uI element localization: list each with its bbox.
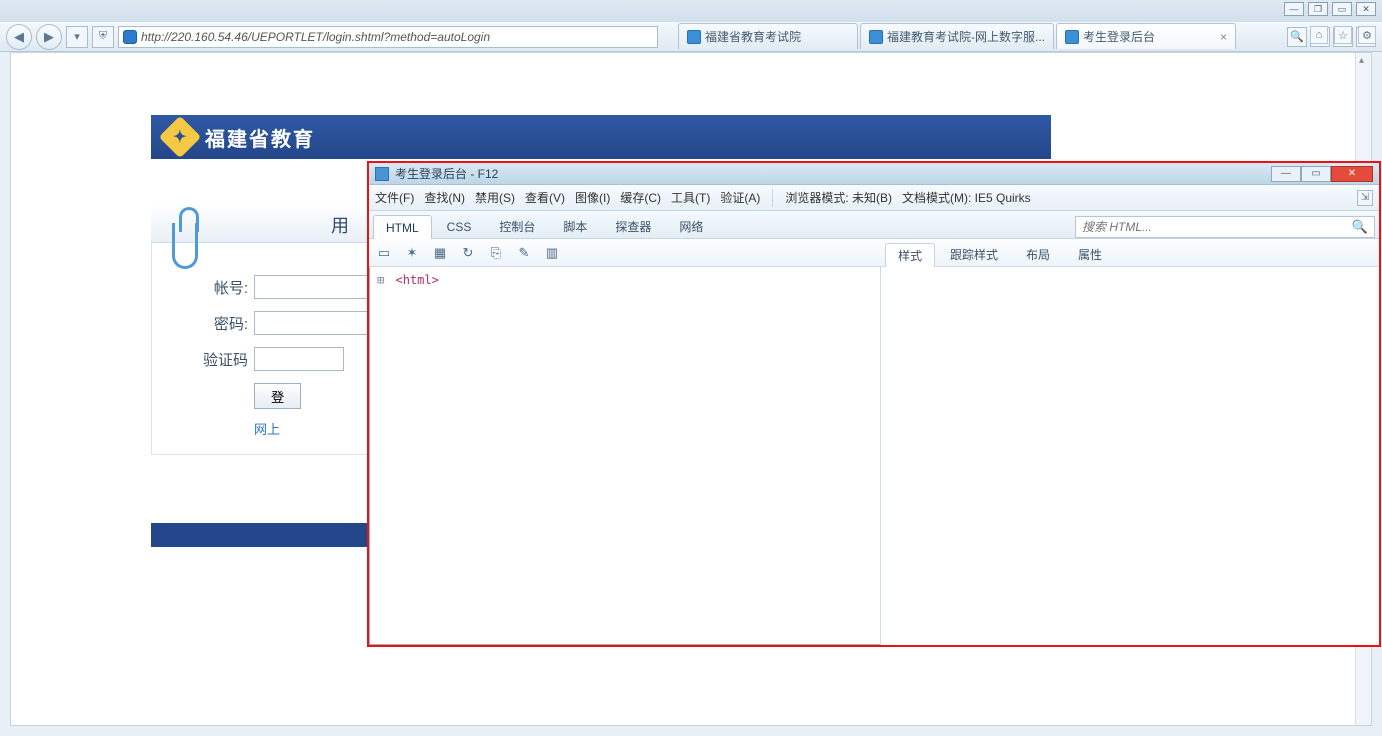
devtools-body: ▭ ✶ ▦ ↻ ⎘ ✎ ▥ ⊞ <html> 样式 xyxy=(369,239,1379,645)
devtools-max-button[interactable]: ▭ xyxy=(1301,166,1331,182)
favorites-icon[interactable]: ☆ xyxy=(1334,26,1352,44)
os-restore-button[interactable]: ❐ xyxy=(1308,2,1328,16)
devtools-search-input[interactable] xyxy=(1082,220,1352,234)
login-button[interactable]: 登 xyxy=(254,383,301,409)
devtools-side-tabs: 样式 跟踪样式 布局 属性 xyxy=(881,239,1379,267)
tab-html[interactable]: HTML xyxy=(373,215,432,239)
os-max-button[interactable]: ▭ xyxy=(1332,2,1352,16)
menu-find[interactable]: 查找(N) xyxy=(424,189,465,206)
browser-corner-controls: ⌂ ☆ ⚙ xyxy=(1310,26,1376,44)
tab-label: 福建省教育考试院 xyxy=(705,28,801,45)
dom-node[interactable]: ⊞ <html> xyxy=(377,273,872,287)
tab-network[interactable]: 网络 xyxy=(666,214,716,238)
document-mode-label[interactable]: 文档模式(M): IE5 Quirks xyxy=(902,189,1031,206)
refresh-dom-icon[interactable]: ↻ xyxy=(459,244,477,262)
pin-icon[interactable]: ⇲ xyxy=(1357,190,1373,206)
browser-tab[interactable]: 福建教育考试院-网上数字服... xyxy=(860,23,1054,49)
select-element-icon[interactable]: ▭ xyxy=(375,244,393,262)
password-label: 密码: xyxy=(162,313,248,334)
compat-button[interactable]: ⛨ xyxy=(92,26,114,48)
tab-profiler[interactable]: 探查器 xyxy=(602,214,664,238)
tab-label: 考生登录后台 xyxy=(1083,28,1155,45)
side-tab-trace-styles[interactable]: 跟踪样式 xyxy=(937,242,1011,266)
search-icon[interactable]: 🔍 xyxy=(1352,219,1368,235)
os-window-controls: — ❐ ▭ ✕ xyxy=(1284,2,1376,16)
back-button[interactable]: ◀ xyxy=(6,24,32,50)
tab-console[interactable]: 控制台 xyxy=(486,214,548,238)
devtools-min-button[interactable]: — xyxy=(1271,166,1301,182)
menu-view[interactable]: 查看(V) xyxy=(525,189,565,206)
paperclip-icon xyxy=(172,223,198,269)
page-viewport: ✦ 福建省教育 用 帐号: 密码: 验证码 登 网上 xyxy=(10,52,1372,726)
menu-separator xyxy=(772,189,773,207)
menu-file[interactable]: 文件(F) xyxy=(375,189,414,206)
word-wrap-icon[interactable]: ⎘ xyxy=(487,244,505,262)
side-tab-styles[interactable]: 样式 xyxy=(885,243,935,267)
devtools-search[interactable]: 🔍 xyxy=(1075,216,1375,238)
search-icon[interactable]: 🔍 xyxy=(1287,27,1307,47)
tab-favicon-icon xyxy=(687,30,701,44)
side-tab-attributes[interactable]: 属性 xyxy=(1065,242,1115,266)
devtools-side-panel: 样式 跟踪样式 布局 属性 xyxy=(881,239,1379,645)
browser-mode-label[interactable]: 浏览器模式: 未知(B) xyxy=(785,189,892,206)
styles-panel-body[interactable] xyxy=(881,267,1379,645)
address-bar[interactable] xyxy=(118,26,658,48)
devtools-main-tabs: HTML CSS 控制台 脚本 探查器 网络 🔍 xyxy=(369,211,1379,239)
site-header: ✦ 福建省教育 xyxy=(151,115,1051,159)
tab-favicon-icon xyxy=(869,30,883,44)
home-icon[interactable]: ⌂ xyxy=(1310,26,1328,44)
side-tab-layout[interactable]: 布局 xyxy=(1013,242,1063,266)
save-icon[interactable]: ▦ xyxy=(431,244,449,262)
site-logo-icon: ✦ xyxy=(159,116,201,158)
edit-icon[interactable]: ✎ xyxy=(515,244,533,262)
dom-tree[interactable]: ⊞ <html> xyxy=(369,267,881,645)
browser-tab[interactable]: 福建省教育考试院 xyxy=(678,23,858,49)
outline-icon[interactable]: ▥ xyxy=(543,244,561,262)
devtools-menubar: 文件(F) 查找(N) 禁用(S) 查看(V) 图像(I) 缓存(C) 工具(T… xyxy=(369,185,1379,211)
menu-disable[interactable]: 禁用(S) xyxy=(475,189,515,206)
url-input[interactable] xyxy=(141,30,653,44)
menu-tools[interactable]: 工具(T) xyxy=(671,189,710,206)
account-label: 帐号: xyxy=(162,277,248,298)
tab-close-icon[interactable]: × xyxy=(1220,30,1227,44)
devtools-window: 考生登录后台 - F12 — ▭ ✕ 文件(F) 查找(N) 禁用(S) 查看(… xyxy=(367,161,1381,647)
tab-label: 福建教育考试院-网上数字服... xyxy=(887,28,1045,45)
tab-favicon-icon xyxy=(1065,30,1079,44)
devtools-app-icon xyxy=(375,167,389,181)
menu-cache[interactable]: 缓存(C) xyxy=(620,189,661,206)
devtools-titlebar[interactable]: 考生登录后台 - F12 — ▭ ✕ xyxy=(369,163,1379,185)
menu-images[interactable]: 图像(I) xyxy=(575,189,610,206)
captcha-label: 验证码 xyxy=(162,349,248,370)
browser-tab-active[interactable]: 考生登录后台 × xyxy=(1056,23,1236,49)
os-titlebar: — ❐ ▭ ✕ xyxy=(0,0,1382,22)
tab-script[interactable]: 脚本 xyxy=(550,214,600,238)
site-title: 福建省教育 xyxy=(205,123,315,152)
browser-tabstrip: 福建省教育考试院 福建教育考试院-网上数字服... 考生登录后台 × xyxy=(678,23,1236,51)
devtools-close-button[interactable]: ✕ xyxy=(1331,166,1373,182)
menu-validate[interactable]: 验证(A) xyxy=(720,189,760,206)
forward-button[interactable]: ▶ xyxy=(36,24,62,50)
tab-css[interactable]: CSS xyxy=(434,214,485,238)
os-close-button[interactable]: ✕ xyxy=(1356,2,1376,16)
devtools-title: 考生登录后台 - F12 xyxy=(395,165,498,182)
dom-tag: <html> xyxy=(395,273,438,287)
devtools-dom-toolbar: ▭ ✶ ▦ ↻ ⎘ ✎ ▥ xyxy=(369,239,881,267)
clear-cache-icon[interactable]: ✶ xyxy=(403,244,421,262)
captcha-input[interactable] xyxy=(254,347,344,371)
devtools-window-controls: — ▭ ✕ xyxy=(1271,166,1373,182)
os-min-button[interactable]: — xyxy=(1284,2,1304,16)
tools-icon[interactable]: ⚙ xyxy=(1358,26,1376,44)
ie-favicon-icon xyxy=(123,30,137,44)
dropdown-button[interactable]: ▾ xyxy=(66,26,88,48)
expand-icon[interactable]: ⊞ xyxy=(377,273,384,287)
